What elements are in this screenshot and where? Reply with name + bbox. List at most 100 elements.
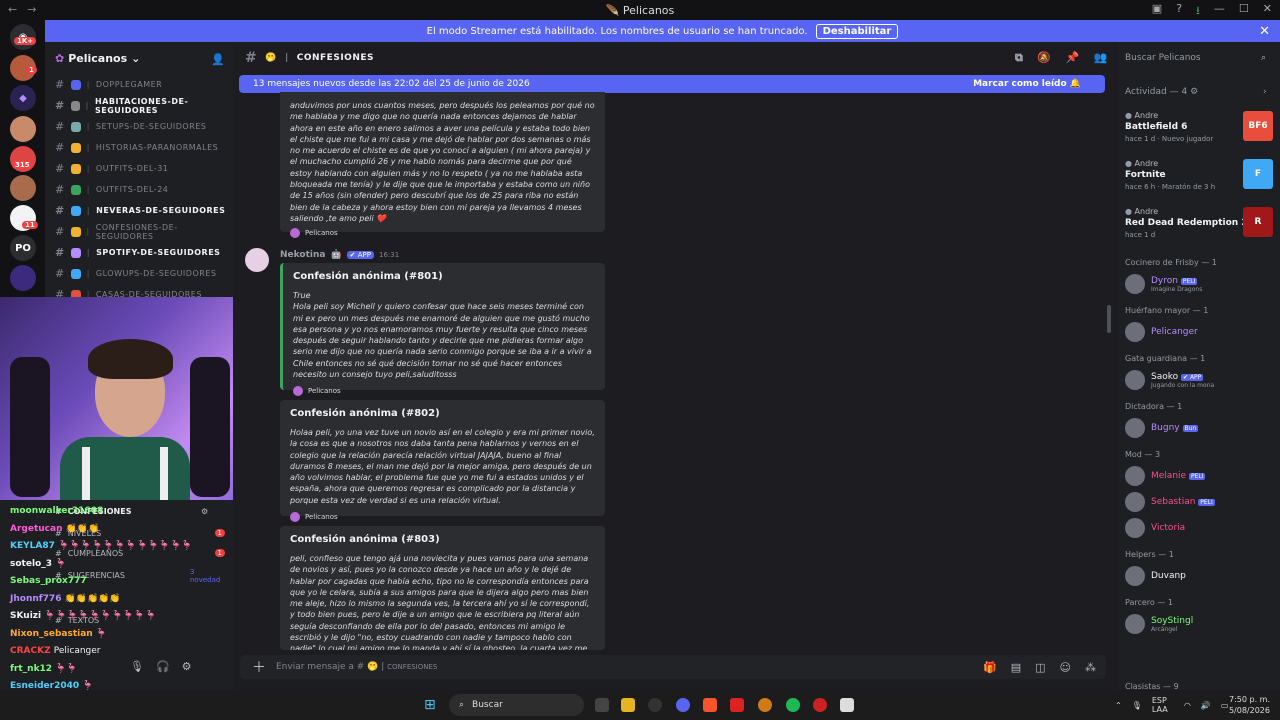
search-input[interactable]: Buscar Pelicanos (1125, 53, 1201, 63)
member-item[interactable]: Sebastian PELI (1125, 492, 1215, 512)
member-item[interactable]: Dyron PELI Imagine Dragons (1125, 274, 1202, 294)
channel-item[interactable]: # | SETUPS-DE-SEGUIDORES (45, 116, 233, 137)
task-view-icon[interactable] (595, 698, 609, 712)
mark-read-button[interactable]: Marcar como leído 🔔 (973, 79, 1081, 89)
activity-card[interactable]: ● Andre Battlefield 6 hace 1 d · Nuevo jug… (1125, 111, 1273, 155)
member-item[interactable]: Saoko ✔ APP Jugando con la mona (1125, 370, 1214, 390)
channel-item[interactable]: # | HISTORIAS-PARANORMALES (45, 137, 233, 158)
member-avatar (1125, 492, 1145, 512)
system-tray: ⌃ 🎙 ESP LAA ◠ 🔊 ▭ (1115, 696, 1228, 714)
channel-item[interactable]: # | SPOTIFY-DE-SEGUIDORES (45, 242, 233, 263)
role-header: Parcero — 1 (1125, 598, 1173, 607)
channel-settings-icon[interactable]: ⚙ (201, 507, 208, 516)
member-item[interactable]: Victoria (1125, 518, 1185, 538)
activity-card[interactable]: ● Andre Red Dead Redemption 2 hace 1 d R (1125, 207, 1273, 251)
server-icon: 🪶 (605, 3, 623, 17)
channel-item[interactable]: # | DOPPLEGAMER (45, 74, 233, 95)
language-indicator[interactable]: ESP LAA (1152, 696, 1174, 714)
author-name[interactable]: Nekotina (280, 250, 325, 260)
channel-item[interactable]: # | NEVERAS-DE-SEGUIDORES (45, 200, 233, 221)
chat-user: moonwalker31608 (10, 506, 104, 516)
channel-item[interactable]: # | OUTFITS-DEL-31 (45, 158, 233, 179)
member-search[interactable]: Buscar Pelicanos ⌕ (1118, 47, 1276, 69)
headphones-icon[interactable]: 🎧 (156, 660, 170, 673)
taskbar-search[interactable]: ⌕ Buscar (449, 694, 584, 716)
add-attachment-icon[interactable]: ＋ (252, 657, 266, 677)
record-icon[interactable] (813, 698, 827, 712)
battery-icon[interactable]: ▭ (1221, 701, 1229, 710)
spotify-icon[interactable] (786, 698, 800, 712)
channel-sidebar: ✿ Pelicanos ⌄ 👤 # | DOPPLEGAMER # | HABITACIO… (45, 42, 233, 301)
notepad-icon[interactable] (840, 698, 854, 712)
notifications-muted-icon[interactable]: 🔕 (1037, 51, 1051, 65)
gif-icon[interactable]: ▤ (1011, 661, 1021, 674)
members-icon[interactable]: 👥 (1094, 51, 1108, 65)
chat-scrollbar[interactable] (1107, 305, 1111, 333)
add-member-icon[interactable]: 👤 (211, 53, 225, 66)
tray-mic-icon[interactable]: 🎙 (1132, 701, 1142, 710)
volume-icon[interactable]: 🔊 (1201, 701, 1211, 710)
activity-user: ● Andre (1125, 207, 1159, 216)
windows-start-icon[interactable]: ⊞ (424, 697, 436, 713)
channel-item[interactable]: # | HABITACIONES-DE-SEGUIDORES (45, 95, 233, 116)
recorder-icon[interactable] (730, 698, 744, 712)
help-icon[interactable]: ? (1176, 2, 1182, 21)
settings-gear-icon[interactable]: ⚙ (182, 660, 192, 673)
chat-text: 👏👏👏👏👏 (64, 593, 121, 604)
microphone-icon[interactable]: 🎙 (130, 660, 144, 673)
chair-left (10, 357, 50, 497)
member-avatar (1125, 566, 1145, 586)
pin-icon[interactable]: 📌 (1066, 51, 1080, 65)
member-name: Saoko (1151, 371, 1179, 382)
server-icon-2[interactable]: ◆ (10, 85, 36, 111)
member-item[interactable]: Duvanp (1125, 566, 1186, 586)
message-composer[interactable]: ＋ Enviar mensaje a # 🫢 | CONFESIONES 🎁 ▤… (240, 655, 1106, 679)
file-explorer-icon[interactable] (621, 698, 635, 712)
server-icon-7[interactable] (10, 265, 36, 291)
gift-icon[interactable]: 🎁 (983, 661, 997, 674)
emoji-icon[interactable]: ☺ (1060, 661, 1071, 674)
search-icon: ⌕ (1260, 53, 1266, 63)
channel-item[interactable]: # | GLOWUPS-DE-SEGUIDORES (45, 263, 233, 284)
member-name: Victoria (1151, 523, 1186, 533)
server-badge-4: 315 (12, 161, 33, 169)
activity-card[interactable]: ● Andre Fortnite hace 6 h · Maratón de 3 h… (1125, 159, 1273, 203)
channel-item[interactable]: # | CONFESIONES-DE-SEGUIDORES (45, 221, 233, 242)
server-icon-po[interactable]: PO (10, 235, 36, 261)
chair-right (190, 357, 230, 497)
server-icon-5[interactable] (10, 175, 36, 201)
close-banner-icon[interactable]: ✕ (1259, 24, 1270, 39)
channel-item[interactable]: # | OUTFITS-DEL-24 (45, 179, 233, 200)
download-icon[interactable]: ⭳ (1196, 2, 1200, 21)
brave-icon[interactable] (703, 698, 717, 712)
app-icon[interactable] (758, 698, 772, 712)
sticker-icon[interactable]: ◫ (1035, 661, 1045, 674)
previous-confession-embed: anduvimos por unos cuantos meses, pero d… (280, 92, 605, 239)
maximize-icon[interactable]: ☐ (1239, 2, 1249, 21)
member-item[interactable]: Pelicanger (1125, 322, 1198, 342)
member-name: Pelicanger (1151, 327, 1198, 337)
member-item[interactable]: Bugny Bun (1125, 418, 1199, 438)
obs-icon[interactable] (648, 698, 662, 712)
taskbar-clock[interactable]: 7:50 p. m. 5/08/2026 (1229, 694, 1270, 716)
new-messages-bar[interactable]: 13 mensajes nuevos desde las 22:02 del 2… (239, 75, 1105, 93)
embed-title: Confesión anónima (#803) (290, 534, 440, 545)
server-header[interactable]: ✿ Pelicanos ⌄ 👤 (45, 42, 233, 74)
author-avatar[interactable] (245, 248, 269, 272)
discord-taskbar-icon[interactable] (676, 698, 690, 712)
server-name: Pelicanos (68, 51, 128, 65)
member-item[interactable]: Melanie PELI (1125, 466, 1206, 486)
hash-icon: # (55, 99, 65, 112)
minimize-icon[interactable]: — (1214, 2, 1225, 21)
apps-icon[interactable]: ⁂ (1085, 661, 1096, 674)
member-item[interactable]: SoyStingl Arcángel (1125, 614, 1193, 634)
embed-footer: Pelicanos (293, 386, 595, 397)
tray-chevron-icon[interactable]: ⌃ (1115, 701, 1122, 710)
disable-streamer-button[interactable]: Deshabilitar (815, 23, 899, 39)
inbox-icon[interactable]: ▣ (1152, 2, 1162, 21)
threads-icon[interactable]: ⧉ (1015, 51, 1023, 65)
server-icon-3[interactable] (10, 116, 36, 142)
close-window-icon[interactable]: ✕ (1263, 2, 1272, 21)
wifi-icon[interactable]: ◠ (1184, 701, 1191, 710)
activity-header[interactable]: Actividad — 4 ⚙ › (1125, 87, 1267, 97)
